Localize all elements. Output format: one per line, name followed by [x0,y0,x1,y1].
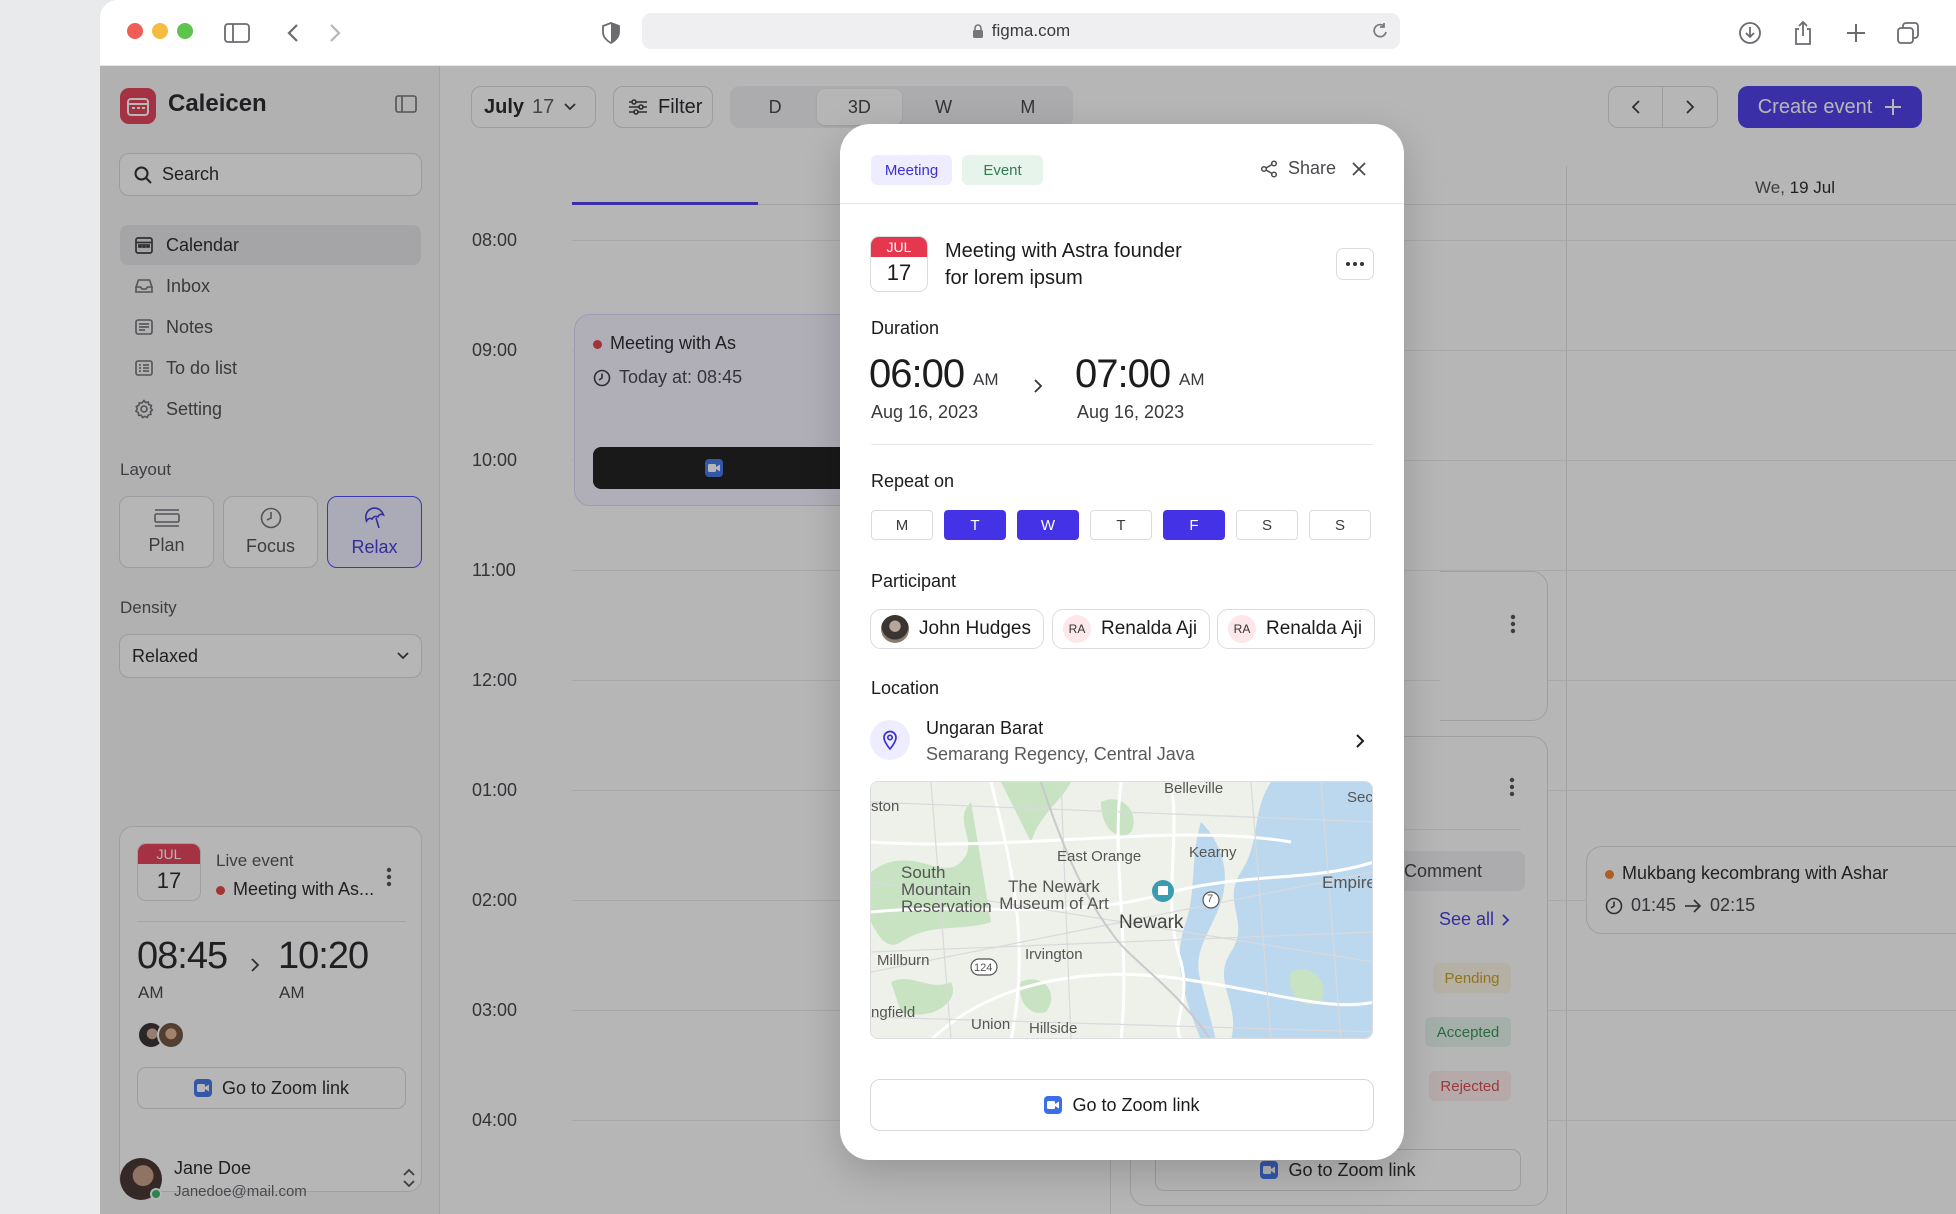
location-row[interactable]: Ungaran Barat Semarang Regency, Central … [870,718,1374,770]
repeat-day-mon[interactable]: M [871,510,933,540]
location-name: Ungaran Barat [926,718,1044,738]
new-tab-icon[interactable] [1841,18,1871,48]
repeat-label: Repeat on [871,471,955,491]
map-label: The Newark Museum of Art [999,877,1109,913]
duration-label: Duration [871,318,940,338]
map-label: South Mountain Reservation [901,863,992,916]
map-label: Belleville [1164,781,1224,797]
map-label: Seca [1347,789,1373,806]
repeat-day-fri[interactable]: F [1163,510,1225,540]
close-window-button[interactable] [127,23,143,39]
repeat-day-sat[interactable]: S [1236,510,1298,540]
repeat-day-wed[interactable]: W [1017,510,1079,540]
download-icon[interactable] [1735,18,1765,48]
avatar: RA [1063,615,1091,643]
map-label: 124 [974,962,993,974]
location-map[interactable]: Belleville ston Seca East Orange Kearny … [870,781,1373,1039]
more-options-button[interactable] [1336,248,1374,280]
url-text: figma.com [991,21,1071,40]
share-icon[interactable] [1788,18,1818,48]
address-bar[interactable]: figma.com [642,13,1400,49]
tag-event[interactable]: Event [962,155,1043,185]
repeat-day-tue[interactable]: T [944,510,1006,540]
avatar: RA [1228,615,1256,643]
back-icon[interactable] [278,18,308,48]
badge-month: JUL [871,237,927,257]
end-ampm: AM [1179,370,1205,389]
map-label: Irvington [1025,946,1083,963]
share-icon [1260,159,1278,178]
location-label: Location [871,678,940,698]
map-label: 7 [1207,893,1214,905]
chevron-right-icon [1033,378,1043,394]
participant-chip[interactable]: RA Renalda Aji [1217,609,1376,649]
browser-toolbar: figma.com [100,0,1956,66]
sidebar-toggle-icon[interactable] [222,18,252,48]
event-title-line: Meeting with Astra founder [945,240,1182,262]
event-detail-modal: Meeting Event Share JUL 17 Meeting with … [840,124,1404,1160]
ellipsis-icon [1346,262,1364,266]
map-label: Kearny [1189,844,1237,861]
avatar [881,615,909,643]
zoom-link-button[interactable]: Go to Zoom link [870,1079,1374,1131]
maximize-window-button[interactable] [177,23,193,39]
divider [840,203,1404,204]
minimize-window-button[interactable] [152,23,168,39]
close-icon[interactable] [1352,162,1366,176]
map-label: ston [871,798,900,815]
event-title-line: for lorem ipsum [945,267,1083,289]
map-label: East Orange [1057,848,1142,865]
repeat-day-thu[interactable]: T [1090,510,1152,540]
end-date: Aug 16, 2023 [1077,402,1185,422]
participant-name: John Hudges [919,618,1031,639]
share-label: Share [1288,158,1337,178]
shield-icon[interactable] [596,18,626,48]
location-pin-icon [870,720,910,760]
forward-icon[interactable] [320,18,350,48]
map-label: ngfield [871,1004,916,1021]
participant-label: Participant [871,571,957,591]
start-time: 06:00 [869,352,965,396]
event-title: Meeting with Astra founder for lorem ips… [945,238,1182,292]
tag-meeting[interactable]: Meeting [871,155,952,185]
map-label: Millburn [877,952,930,969]
participant-name: Renalda Aji [1266,618,1363,639]
badge-day: 17 [886,260,912,285]
chevron-right-icon [1356,734,1365,748]
reload-icon[interactable] [1372,22,1388,40]
location-sub: Semarang Regency, Central Java [926,744,1195,764]
map-label: Union [971,1016,1011,1033]
repeat-day-sun[interactable]: S [1309,510,1371,540]
zoom-label: Go to Zoom link [1072,1094,1200,1115]
participant-chip[interactable]: RA Renalda Aji [1052,609,1211,649]
lock-icon [972,23,984,39]
share-button[interactable]: Share [1260,158,1336,179]
participant-name: Renalda Aji [1101,618,1198,639]
end-time: 07:00 [1075,352,1171,396]
zoom-icon [1044,1096,1063,1114]
tabs-overview-icon[interactable] [1893,18,1923,48]
map-label: Newark [1119,912,1184,933]
map-label: Hillside [1029,1020,1078,1037]
participant-chip[interactable]: John Hudges [870,609,1044,649]
browser-window: figma.com Caleicen Search Calendar Inbox… [100,0,1956,1214]
divider [871,444,1373,445]
event-date-badge: JUL 17 [870,236,928,292]
start-date: Aug 16, 2023 [871,402,979,422]
start-ampm: AM [973,370,999,389]
map-label: Empire [1322,873,1373,892]
